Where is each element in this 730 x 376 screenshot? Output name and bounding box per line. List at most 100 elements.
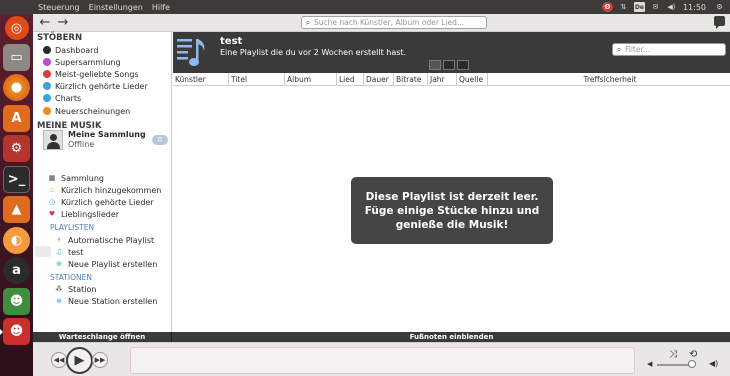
repeat-icon[interactable]: ⟲ bbox=[689, 349, 697, 360]
sidebar-item-dashboard[interactable]: Dashboard bbox=[43, 44, 98, 56]
heart-icon bbox=[43, 70, 51, 78]
amazon-icon[interactable]: a bbox=[3, 257, 30, 284]
sidebar-item-station[interactable]: ⁂ Station bbox=[55, 283, 97, 295]
ubuntu-dash-icon[interactable]: ◎ bbox=[4, 16, 29, 40]
filter-placeholder: Filter... bbox=[625, 45, 651, 54]
clock[interactable]: 11:50 bbox=[683, 2, 706, 12]
keyboard-layout-icon[interactable]: De bbox=[633, 2, 645, 12]
stations-header: STATIONEN bbox=[50, 273, 92, 282]
station-icon: ⁂ bbox=[55, 285, 63, 293]
playlist-icon: ♫ bbox=[55, 248, 63, 256]
clock-icon bbox=[43, 82, 51, 90]
selection-highlight bbox=[35, 246, 51, 257]
sidebar-item-new-releases[interactable]: Neuerscheinungen bbox=[43, 105, 130, 117]
sidebar-item-recently-played[interactable]: ◷ Kürzlich gehörte Lieder bbox=[48, 196, 154, 208]
next-track-icon[interactable]: ▶▶ bbox=[92, 352, 108, 368]
search-icon: ⌕ bbox=[305, 17, 311, 27]
global-search-input[interactable]: ⌕ Suche nach Künstler, Album oder Lied..… bbox=[301, 16, 487, 29]
volume-icon[interactable]: ◀) bbox=[666, 2, 677, 12]
network-icon[interactable]: ⇅ bbox=[618, 2, 629, 12]
sidebar: STÖBERN Dashboard Supersammlung Meist-ge… bbox=[33, 32, 172, 332]
sidebar-item-new-station[interactable]: ⊕ Neue Station erstellen bbox=[55, 295, 157, 307]
column-artist[interactable]: Künstler bbox=[173, 73, 229, 86]
active-app-icon[interactable]: ☻ bbox=[0, 318, 30, 345]
sidebar-item-recent[interactable]: Kürzlich gehörte Lieder bbox=[43, 80, 148, 92]
grid-view-button[interactable] bbox=[457, 60, 469, 70]
empty-message-line: Diese Playlist ist derzeit leer. bbox=[365, 190, 539, 203]
sidebar-item-auto-playlist[interactable]: ⚡ Automatische Playlist bbox=[55, 234, 155, 246]
system-tray: ʘ ⇅ De ✉ ◀) 11:50 ⚙ bbox=[597, 0, 725, 14]
collection-icon: ▦ bbox=[48, 174, 56, 182]
terminal-icon[interactable]: >_ bbox=[3, 165, 30, 193]
clock-icon: ◷ bbox=[48, 198, 56, 206]
sidebar-item-playlist-test[interactable]: ♫ test bbox=[55, 246, 84, 258]
sidebar-item-label: Charts bbox=[55, 93, 82, 103]
list-view-button[interactable] bbox=[443, 60, 455, 70]
open-queue-button[interactable]: Warteschlange öffnen bbox=[33, 332, 172, 342]
settings-icon[interactable]: ⚙ bbox=[3, 135, 30, 162]
firefox-icon[interactable]: ● bbox=[3, 74, 30, 101]
column-bitrate[interactable]: Bitrate bbox=[394, 73, 428, 86]
sidebar-item-recently-added[interactable]: ♨ Kürzlich hinzugekommen bbox=[48, 184, 161, 196]
sidebar-item-label: Meist-geliebte Songs bbox=[55, 69, 139, 79]
tomahawk-icon[interactable]: ◐ bbox=[3, 226, 30, 254]
show-footnotes-button[interactable]: Fußnoten einblenden bbox=[173, 332, 730, 342]
sidebar-item-favorites[interactable]: ♥ Lieblingslieder bbox=[48, 208, 119, 220]
add-icon: ⊕ bbox=[56, 297, 62, 305]
chat-bubble-icon[interactable] bbox=[714, 16, 725, 29]
previous-track-icon[interactable]: ◀◀ bbox=[51, 352, 67, 368]
sidebar-item-charts[interactable]: Charts bbox=[43, 92, 81, 104]
column-accuracy[interactable]: Treffsicherheit bbox=[488, 73, 730, 86]
column-track[interactable]: Lied bbox=[337, 73, 364, 86]
menu-einstellungen[interactable]: Einstellungen bbox=[89, 3, 143, 12]
playlist-music-icon bbox=[177, 39, 205, 66]
table-header: Künstler Titel Album Lied Dauer Bitrate … bbox=[173, 73, 730, 86]
player-bar: ◀◀ ▶ ▶▶ ⤨ ⟲ ◀ ◀) bbox=[33, 342, 730, 376]
new-releases-icon bbox=[43, 107, 51, 115]
sidebar-item-label: Neue Playlist erstellen bbox=[68, 259, 158, 269]
sidebar-item-label: Lieblingslieder bbox=[61, 209, 120, 219]
power-gear-icon[interactable]: ⚙ bbox=[714, 2, 725, 12]
play-icon[interactable]: ▶ bbox=[66, 347, 93, 374]
flame-icon: ♨ bbox=[48, 186, 56, 194]
sidebar-item-label: Automatische Playlist bbox=[68, 235, 155, 245]
app-window: ← → ⌕ Suche nach Künstler, Album oder Li… bbox=[33, 14, 730, 376]
ubuntu-one-icon[interactable]: ʘ bbox=[601, 2, 613, 12]
column-album[interactable]: Album bbox=[285, 73, 337, 86]
playlist-header: test Eine Playlist die du vor 2 Wochen e… bbox=[173, 32, 730, 73]
column-title[interactable]: Titel bbox=[229, 73, 285, 86]
sidebar-item-my-collection[interactable]: Meine Sammlung Offline 0 bbox=[41, 129, 169, 151]
sidebar-item-new-playlist[interactable]: ⊕ Neue Playlist erstellen bbox=[55, 258, 157, 270]
launcher: ◎ ▭ ● A ⚙ >_ ▲ ◐ a ☻ ☻ bbox=[0, 14, 33, 376]
collection-count-badge: 0 bbox=[152, 135, 168, 145]
collection-status: Offline bbox=[68, 140, 95, 149]
playlist-subtitle: Eine Playlist die du vor 2 Wochen erstel… bbox=[220, 48, 407, 57]
sidebar-item-loved-songs[interactable]: Meist-geliebte Songs bbox=[43, 68, 139, 80]
vlc-icon[interactable]: ▲ bbox=[3, 196, 30, 223]
sidebar-item-label: Dashboard bbox=[55, 45, 99, 55]
frog-app-icon[interactable]: ☻ bbox=[3, 287, 30, 315]
shuffle-icon[interactable]: ⤨ bbox=[669, 349, 677, 360]
sidebar-item-label: Sammlung bbox=[61, 173, 105, 183]
column-year[interactable]: Jahr bbox=[428, 73, 457, 86]
filter-input[interactable]: ⌕ Filter... bbox=[612, 43, 726, 56]
software-center-icon[interactable]: A bbox=[3, 104, 30, 132]
volume-slider-handle[interactable] bbox=[688, 360, 696, 368]
top-panel: Steuerung Einstellungen Hilfe ʘ ⇅ De ✉ ◀… bbox=[0, 0, 730, 14]
files-icon[interactable]: ▭ bbox=[3, 43, 30, 71]
sidebar-item-sammlung[interactable]: ▦ Sammlung bbox=[48, 172, 104, 184]
now-playing-area[interactable] bbox=[130, 347, 635, 374]
column-source[interactable]: Quelle bbox=[457, 73, 488, 86]
menu-hilfe[interactable]: Hilfe bbox=[152, 3, 170, 12]
sidebar-item-supersammlung[interactable]: Supersammlung bbox=[43, 56, 121, 68]
mail-icon[interactable]: ✉ bbox=[650, 2, 661, 12]
heart-icon: ♥ bbox=[48, 210, 56, 218]
back-arrow-icon[interactable]: ← bbox=[37, 15, 53, 30]
forward-arrow-icon[interactable]: → bbox=[55, 15, 71, 30]
menu-steuerung[interactable]: Steuerung bbox=[38, 3, 80, 12]
browse-header: STÖBERN bbox=[37, 33, 83, 43]
main-panel: test Eine Playlist die du vor 2 Wochen e… bbox=[173, 32, 730, 332]
sidebar-item-label: Supersammlung bbox=[55, 57, 121, 67]
detail-view-button[interactable] bbox=[429, 60, 441, 70]
column-duration[interactable]: Dauer bbox=[364, 73, 394, 86]
